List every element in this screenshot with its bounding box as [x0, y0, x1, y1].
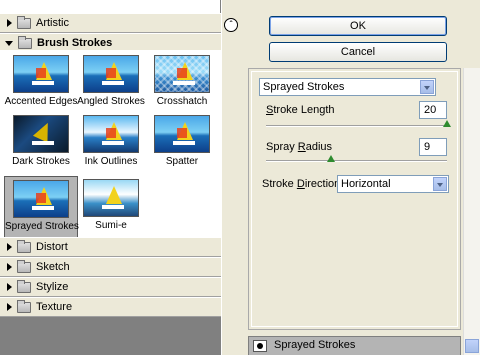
expand-triangle-icon[interactable]: [7, 283, 12, 291]
spray-radius-input[interactable]: 9: [419, 138, 447, 156]
thumb-caption: Sumi-e: [95, 220, 127, 231]
thumbnail-image: [13, 55, 69, 93]
thumb-caption: Spatter: [165, 156, 199, 167]
filter-settings-panel: Sprayed Strokes Stroke Length 20 Spray R…: [248, 68, 461, 330]
stroke-direction-label: Stroke Direction:: [262, 178, 344, 190]
effect-layer-row[interactable]: Sprayed Strokes: [248, 336, 461, 355]
eye-icon[interactable]: [253, 340, 267, 352]
category-texture[interactable]: Texture: [0, 297, 221, 317]
category-artistic[interactable]: Artistic: [0, 13, 221, 33]
gallery-empty-area: [0, 317, 221, 355]
thumb-caption: Ink Outlines: [84, 156, 138, 167]
expand-triangle-icon[interactable]: [7, 243, 12, 251]
folder-icon: [17, 15, 31, 29]
scroll-down-icon[interactable]: [465, 339, 479, 353]
thumb-dark-strokes[interactable]: Dark Strokes: [4, 112, 78, 176]
folder-icon: [18, 35, 32, 49]
filter-select[interactable]: Sprayed Strokes: [259, 78, 436, 96]
thumb-sprayed-strokes[interactable]: Sprayed Strokes: [4, 176, 79, 240]
category-label: Distort: [36, 241, 68, 253]
folder-icon: [17, 279, 31, 293]
filter-gallery: Artistic Brush Strokes Accented Edges An…: [0, 0, 221, 355]
stroke-direction-select[interactable]: Horizontal: [337, 175, 449, 193]
double-chevron-up-icon[interactable]: ˆ: [224, 18, 238, 32]
thumbnail-image: [83, 179, 139, 217]
thumb-ink-outlines[interactable]: Ink Outlines: [74, 112, 148, 176]
effect-layer-name: Sprayed Strokes: [274, 339, 356, 351]
expand-triangle-icon[interactable]: [7, 19, 12, 27]
filter-select-value: Sprayed Strokes: [263, 81, 345, 93]
settings-scrollbar[interactable]: [463, 68, 480, 355]
ok-button[interactable]: OK: [269, 16, 447, 36]
category-label: Artistic: [36, 17, 69, 29]
category-label: Texture: [36, 301, 73, 313]
stroke-length-input[interactable]: 20: [419, 101, 447, 119]
category-stylize[interactable]: Stylize: [0, 277, 221, 297]
category-distort[interactable]: Distort: [0, 237, 221, 257]
stroke-direction-value: Horizontal: [341, 178, 391, 190]
thumbnail-grid: Accented Edges Angled Strokes Crosshatch…: [0, 50, 221, 240]
spray-radius-slider-knob[interactable]: [327, 155, 336, 162]
thumb-caption: Angled Strokes: [77, 96, 145, 107]
panel-divider: [221, 0, 239, 355]
thumb-angled-strokes[interactable]: Angled Strokes: [74, 52, 148, 116]
expand-triangle-icon[interactable]: [7, 303, 12, 311]
folder-icon: [17, 259, 31, 273]
stroke-length-slider-track[interactable]: [266, 125, 447, 127]
thumb-caption: Sprayed Strokes: [5, 221, 79, 232]
thumbnail-image: [154, 55, 210, 93]
thumb-caption: Dark Strokes: [12, 156, 70, 167]
cancel-button[interactable]: Cancel: [269, 42, 447, 62]
thumb-spatter[interactable]: Spatter: [145, 112, 219, 176]
stroke-length-label: Stroke Length: [266, 104, 335, 116]
thumb-caption: Crosshatch: [156, 96, 208, 107]
thumb-sumi-e[interactable]: Sumi-e: [74, 176, 148, 240]
thumbnail-image: [13, 115, 69, 153]
chevron-down-icon[interactable]: [420, 80, 434, 94]
spray-radius-label: Spray Radius: [266, 141, 333, 153]
category-sketch[interactable]: Sketch: [0, 257, 221, 277]
spray-radius-slider-track[interactable]: [266, 160, 447, 162]
expand-triangle-icon[interactable]: [7, 263, 12, 271]
chevron-down-icon[interactable]: [433, 177, 447, 191]
stroke-length-slider-knob[interactable]: [443, 120, 451, 127]
collapse-triangle-icon[interactable]: [5, 40, 13, 46]
category-label: Brush Strokes: [37, 37, 113, 49]
thumbnail-image: [83, 115, 139, 153]
thumbnail-image: [83, 55, 139, 93]
thumbnail-image: [154, 115, 210, 153]
thumb-accented-edges[interactable]: Accented Edges: [4, 52, 78, 116]
category-label: Stylize: [36, 281, 69, 293]
thumb-caption: Accented Edges: [4, 96, 78, 107]
category-label: Sketch: [36, 261, 70, 273]
folder-icon: [17, 239, 31, 253]
thumb-crosshatch[interactable]: Crosshatch: [145, 52, 219, 116]
folder-icon: [17, 299, 31, 313]
thumbnail-image: [13, 180, 69, 218]
